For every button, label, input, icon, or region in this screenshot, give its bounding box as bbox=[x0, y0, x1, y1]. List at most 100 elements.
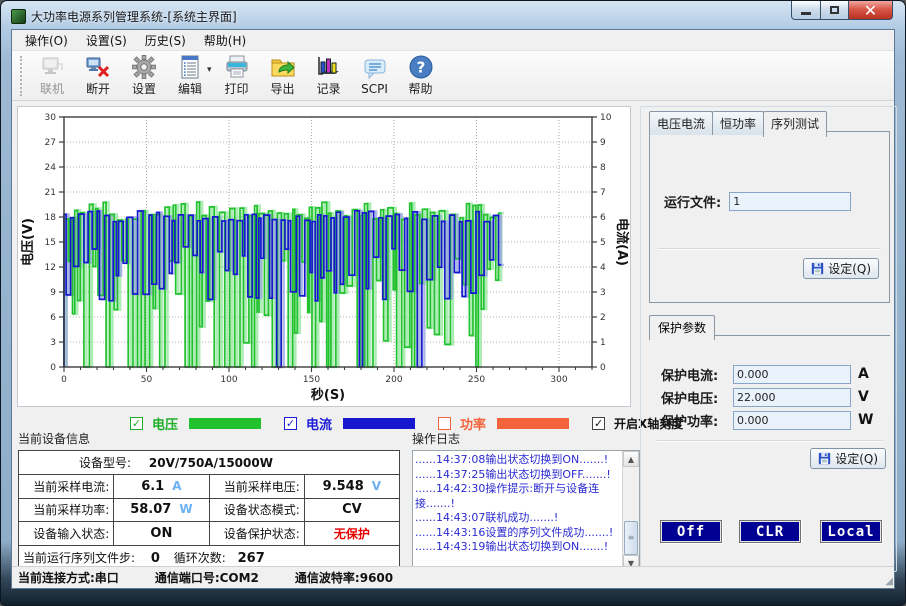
toolbar-item-label: 帮助 bbox=[409, 80, 433, 97]
toolbar-disconnect-button[interactable]: 断开 bbox=[75, 54, 121, 97]
tab-sequence-test[interactable]: 序列测试 bbox=[763, 111, 827, 137]
protection-tab[interactable]: 保护参数 bbox=[649, 315, 715, 340]
minimize-button[interactable] bbox=[791, 1, 821, 20]
tab-constant-power[interactable]: 恒功率 bbox=[712, 111, 764, 135]
chart-canvas: 0369121518212427300123456789100501001502… bbox=[18, 107, 630, 406]
right-panel: 电压电流恒功率序列测试 运行文件: 设定(Q) bbox=[640, 106, 897, 572]
close-button[interactable]: ✕ bbox=[849, 1, 893, 20]
settings-gear-icon bbox=[131, 54, 157, 80]
toolbar-scpi-bubble-button[interactable]: SCPI bbox=[352, 56, 398, 96]
toolbar-record-chart-button[interactable]: 记录 bbox=[306, 54, 352, 97]
printer-icon bbox=[224, 54, 250, 80]
tab-voltage-current[interactable]: 电压电流 bbox=[649, 111, 713, 135]
resize-grip-icon[interactable]: ◢ bbox=[885, 576, 893, 587]
loop-count-value: 267 bbox=[238, 551, 265, 566]
off-button[interactable]: Off bbox=[660, 520, 722, 543]
toolbar-export-folder-button[interactable]: 导出 bbox=[260, 54, 306, 97]
sequence-test-panel: 运行文件: 设定(Q) bbox=[649, 131, 890, 303]
svg-text:?: ? bbox=[416, 59, 425, 77]
legend-color-bar bbox=[343, 418, 415, 429]
scpi-bubble-icon bbox=[362, 56, 388, 82]
table-row: 设备输入状态: ON 设备保护状态: 无保护 bbox=[19, 522, 400, 546]
protect-current-input[interactable] bbox=[733, 365, 851, 384]
svg-text:200: 200 bbox=[385, 375, 402, 385]
menu-item-2[interactable]: 历史(S) bbox=[136, 30, 195, 51]
svg-text:300: 300 bbox=[550, 375, 567, 385]
toolbar-connect-button: 联机 bbox=[29, 54, 75, 97]
protect-power-input[interactable] bbox=[733, 411, 851, 430]
toolbar-item-label: 打印 bbox=[225, 80, 249, 97]
toolbar-item-label: 设置 bbox=[132, 80, 156, 97]
protect-voltage-input[interactable] bbox=[733, 388, 851, 407]
x-axis-ticks-checkbox[interactable]: ✓ bbox=[592, 417, 605, 430]
run-file-input[interactable] bbox=[729, 192, 851, 211]
legend-color-bar bbox=[497, 418, 569, 429]
log-line: ......14:37:25输出状态切换到OFF.......! bbox=[415, 468, 620, 483]
log-scrollbar[interactable]: ▲ ≡ ▼ bbox=[622, 451, 639, 571]
table-row: 当前采样电流: 6.1A 当前采样电压: 9.548V bbox=[19, 474, 400, 498]
seq-step-value: 0 bbox=[151, 551, 160, 566]
maximize-button[interactable] bbox=[821, 1, 849, 20]
svg-text:6: 6 bbox=[600, 213, 606, 223]
log-line: ......14:43:16设置的序列文件成功.......! bbox=[415, 526, 620, 541]
log-lines: ......14:37:08输出状态切换到ON.......!......14:… bbox=[415, 453, 620, 555]
svg-text:秒(S): 秒(S) bbox=[311, 387, 345, 403]
toolbar-item-label: 编辑 bbox=[178, 80, 202, 97]
sample-voltage-unit: V bbox=[372, 479, 381, 493]
clr-button[interactable]: CLR bbox=[739, 520, 801, 543]
client-area: 操作(O)设置(S)历史(S)帮助(H) 联机 断开 设置 编辑 ▾ 打印导出记录 SCPI… bbox=[11, 29, 895, 589]
protection-set-button[interactable]: 设定(Q) bbox=[810, 448, 886, 469]
protect-state-label: 设备保护状态: bbox=[209, 522, 304, 546]
log-line: ......14:43:07联机成功.......! bbox=[415, 511, 620, 526]
operation-log-box: ......14:37:08输出状态切换到ON.......!......14:… bbox=[412, 450, 640, 572]
svg-text:3: 3 bbox=[50, 338, 56, 348]
local-button[interactable]: Local bbox=[820, 520, 882, 543]
toolbar: 联机 断开 设置 编辑 ▾ 打印导出记录 SCPI? 帮助 bbox=[12, 51, 894, 101]
svg-text:9: 9 bbox=[50, 288, 56, 298]
toolbar-settings-gear-button[interactable]: 设置 bbox=[121, 54, 167, 97]
legend-checkbox-voltage[interactable]: ✓ bbox=[130, 417, 143, 430]
protect-voltage-label: 保护电压: bbox=[661, 388, 733, 407]
input-state-value: ON bbox=[150, 526, 172, 541]
svg-text:12: 12 bbox=[45, 263, 56, 273]
menu-item-3[interactable]: 帮助(H) bbox=[195, 30, 255, 51]
scroll-up-icon[interactable]: ▲ bbox=[623, 451, 639, 467]
toolbar-item-label: 联机 bbox=[40, 80, 64, 97]
status-item-1: 通信端口号:COM2 bbox=[155, 569, 259, 586]
svg-text:0: 0 bbox=[61, 375, 67, 385]
sample-current-value: 6.1 bbox=[141, 479, 164, 494]
scrollbar-thumb[interactable]: ≡ bbox=[624, 521, 638, 555]
menu-item-0[interactable]: 操作(O) bbox=[16, 30, 77, 51]
edit-dropdown-caret-icon[interactable]: ▾ bbox=[207, 65, 212, 75]
sample-power-label: 当前采样功率: bbox=[19, 498, 114, 522]
svg-text:150: 150 bbox=[303, 375, 320, 385]
svg-text:电压(V): 电压(V) bbox=[20, 218, 36, 266]
loop-count-label: 循环次数: bbox=[174, 551, 226, 565]
toolbar-item-label: 断开 bbox=[86, 80, 110, 97]
menu-item-1[interactable]: 设置(S) bbox=[77, 30, 136, 51]
toolbar-item-label: SCPI bbox=[361, 82, 388, 96]
status-bar: 当前连接方式:串口通信端口号:COM2通信波特率:9600 bbox=[12, 566, 894, 588]
run-file-label: 运行文件: bbox=[664, 192, 721, 211]
toolbar-edit-list-button[interactable]: 编辑 bbox=[167, 54, 213, 97]
svg-text:15: 15 bbox=[45, 238, 56, 248]
seq-step-label: 当前运行序列文件步: bbox=[23, 551, 135, 565]
save-icon bbox=[811, 262, 824, 275]
toolbar-grip[interactable] bbox=[20, 56, 23, 96]
toolbar-printer-button[interactable]: 打印 bbox=[214, 54, 260, 97]
model-value: 20V/750A/15000W bbox=[149, 456, 273, 470]
sequence-set-button[interactable]: 设定(Q) bbox=[803, 258, 879, 279]
status-item-2: 通信波特率:9600 bbox=[295, 569, 393, 586]
legend-checkbox-power[interactable] bbox=[438, 417, 451, 430]
operation-log-group: 操作日志 ......14:37:08输出状态切换到ON.......!....… bbox=[412, 430, 644, 572]
disconnect-icon bbox=[85, 54, 111, 80]
table-row: 设备型号: 20V/750A/15000W bbox=[19, 451, 400, 475]
toolbar-help-button[interactable]: ? 帮助 bbox=[398, 54, 444, 97]
log-line: ......14:42:30操作提示:断开与设备连接.......! bbox=[415, 482, 620, 511]
help-icon: ? bbox=[408, 54, 434, 80]
svg-text:6: 6 bbox=[50, 313, 56, 323]
sample-current-unit: A bbox=[172, 479, 181, 493]
device-mode-label: 设备状态模式: bbox=[209, 498, 304, 522]
legend-color-bar bbox=[189, 418, 261, 429]
legend-checkbox-current[interactable]: ✓ bbox=[284, 417, 297, 430]
